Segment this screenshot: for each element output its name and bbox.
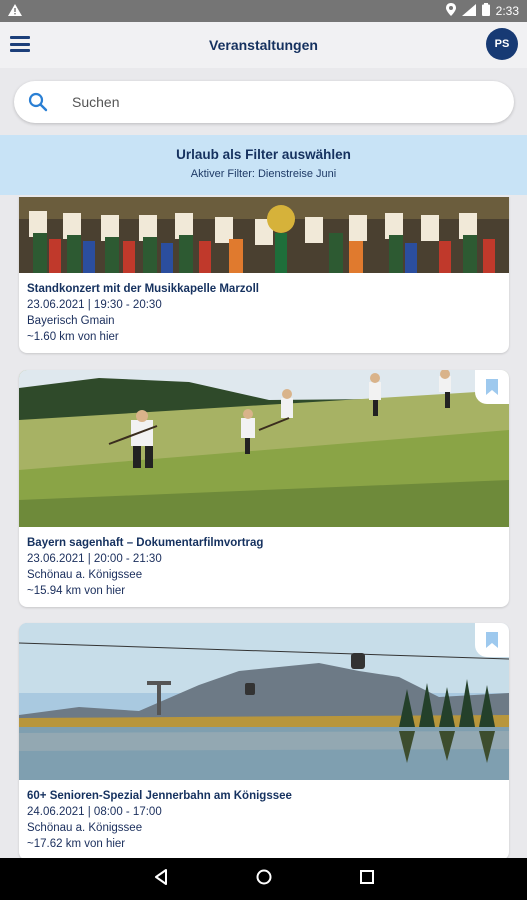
status-bar: 2:33 — [0, 0, 527, 22]
system-nav-bar — [0, 858, 527, 900]
back-button[interactable] — [154, 868, 168, 890]
bookmark-icon — [486, 379, 498, 395]
event-card[interactable]: 60+ Senioren-Spezial Jennerbahn am König… — [19, 623, 509, 858]
event-datetime: 24.06.2021 | 08:00 - 17:00 — [27, 806, 162, 818]
event-title: 60+ Senioren-Spezial Jennerbahn am König… — [27, 790, 292, 802]
event-info: Standkonzert mit der Musikkapelle Marzol… — [19, 273, 509, 353]
active-filter-label: Aktiver Filter: Dienstreise Juni — [190, 168, 337, 180]
location-icon — [445, 3, 456, 19]
event-image — [19, 623, 509, 780]
page-title: Veranstaltungen — [209, 37, 318, 53]
event-distance: ~15.94 km von hier — [27, 585, 126, 597]
search-bar[interactable] — [14, 81, 514, 123]
home-icon — [256, 869, 271, 884]
event-card[interactable]: Bayern sagenhaft – Dokumentarfilmvortrag… — [19, 370, 509, 607]
recents-icon — [359, 869, 374, 884]
warning-icon — [8, 3, 22, 19]
event-datetime: 23.06.2021 | 19:30 - 20:30 — [27, 299, 162, 311]
bookmark-button[interactable] — [475, 370, 509, 404]
menu-button[interactable] — [10, 36, 30, 52]
signal-icon — [461, 3, 476, 19]
event-card[interactable]: Standkonzert mit der Musikkapelle Marzol… — [19, 197, 509, 353]
app-bar: Veranstaltungen PS — [0, 22, 527, 68]
event-image — [19, 197, 509, 273]
status-time: 2:33 — [495, 4, 519, 18]
home-button[interactable] — [256, 869, 272, 890]
event-list[interactable]: Standkonzert mit der Musikkapelle Marzol… — [0, 197, 527, 858]
event-datetime: 23.06.2021 | 20:00 - 21:30 — [27, 553, 162, 565]
search-icon — [28, 92, 48, 112]
search-input[interactable] — [72, 94, 452, 110]
recents-button[interactable] — [359, 869, 374, 889]
event-image — [19, 370, 509, 527]
filter-title: Urlaub als Filter auswählen — [176, 147, 351, 162]
filter-banner[interactable]: Urlaub als Filter auswählen Aktiver Filt… — [0, 135, 527, 195]
avatar[interactable]: PS — [486, 28, 518, 60]
battery-icon — [481, 3, 490, 19]
bookmark-icon — [486, 632, 498, 648]
back-icon — [154, 868, 167, 885]
event-location: Schönau a. Königssee — [27, 822, 143, 834]
event-title: Standkonzert mit der Musikkapelle Marzol… — [27, 283, 259, 295]
event-distance: ~1.60 km von hier — [27, 331, 119, 343]
event-location: Schönau a. Königssee — [27, 569, 143, 581]
bookmark-button[interactable] — [475, 623, 509, 657]
event-info: Bayern sagenhaft – Dokumentarfilmvortrag… — [19, 527, 509, 607]
event-title: Bayern sagenhaft – Dokumentarfilmvortrag — [27, 537, 264, 549]
event-info: 60+ Senioren-Spezial Jennerbahn am König… — [19, 780, 509, 858]
event-location: Bayerisch Gmain — [27, 315, 115, 327]
event-distance: ~17.62 km von hier — [27, 838, 126, 850]
